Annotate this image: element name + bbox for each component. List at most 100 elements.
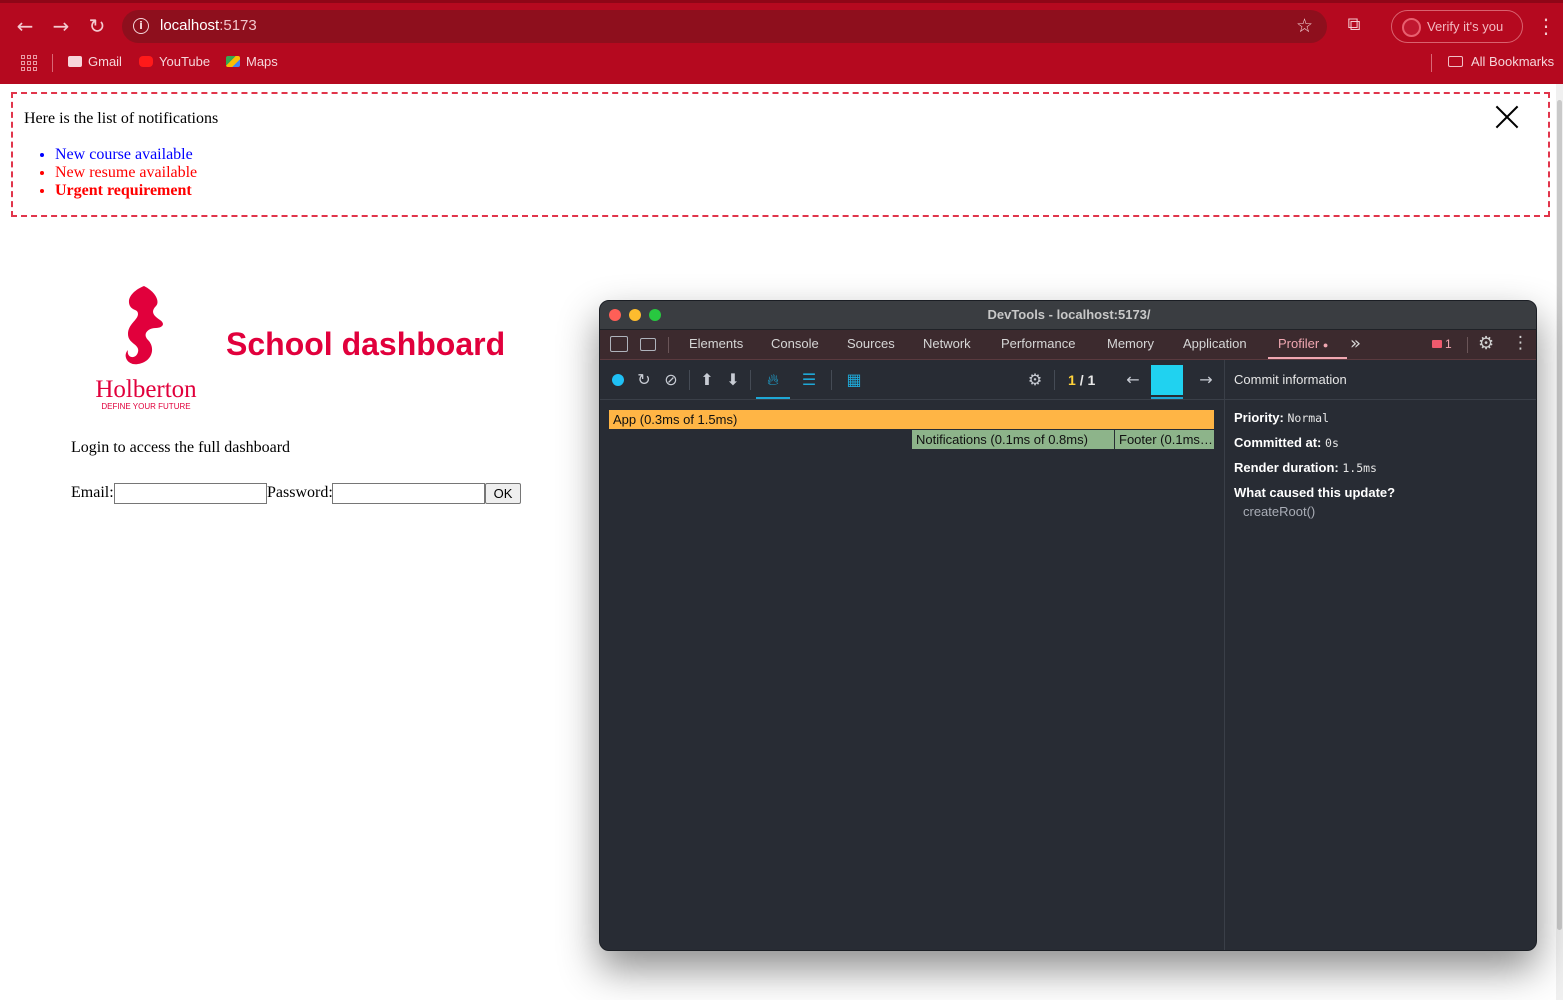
active-view-indicator — [756, 397, 790, 399]
flamegraph: App (0.3ms of 1.5ms) Notifications (0.1m… — [600, 400, 1224, 950]
commit-current: 1 — [1068, 372, 1076, 388]
address-url[interactable]: localhost:5173 — [160, 17, 257, 34]
menu-icon[interactable]: ⋮ — [1536, 13, 1556, 39]
reload-icon[interactable]: ↻ — [84, 13, 110, 39]
logo-wordmark: Holberton — [95, 376, 197, 403]
apps-icon[interactable] — [21, 55, 37, 71]
reload-and-profile-icon[interactable]: ↻ — [634, 370, 654, 390]
toolbar-divider — [831, 370, 832, 390]
tab-performance[interactable]: Performance — [1001, 336, 1075, 351]
gmail-icon — [68, 56, 82, 67]
site-info-icon[interactable]: i — [133, 18, 149, 34]
seahorse-icon — [125, 286, 163, 365]
notifications-list: New course available New resume availabl… — [55, 146, 197, 200]
update-cause-value: createRoot() — [1243, 504, 1316, 519]
flamegraph-node-app[interactable]: App (0.3ms of 1.5ms) — [609, 410, 1215, 429]
profile-button-label: Verify it's you — [1427, 19, 1504, 34]
devtools-titlebar[interactable]: DevTools - localhost:5173/ — [600, 301, 1536, 330]
priority-row: Priority: Normal — [1234, 410, 1329, 425]
tab-console[interactable]: Console — [771, 336, 819, 351]
render-duration-value: 1.5ms — [1342, 461, 1377, 475]
next-commit-icon[interactable]: → — [1196, 370, 1216, 390]
record-icon[interactable] — [612, 374, 624, 386]
selected-commit-indicator — [1151, 397, 1183, 399]
inspect-element-icon[interactable] — [610, 336, 628, 352]
forward-icon[interactable]: → — [48, 13, 74, 39]
devtools-menu-icon[interactable]: ⋮ — [1512, 333, 1529, 353]
previous-commit-icon[interactable]: ← — [1123, 370, 1143, 390]
load-profile-icon[interactable]: ⬆ — [697, 370, 717, 390]
tab-divider — [1467, 337, 1468, 353]
notifications-panel: Here is the list of notifications New co… — [11, 92, 1550, 217]
more-tabs-icon[interactable]: » — [1350, 333, 1361, 354]
update-cause-row: What caused this update? — [1234, 485, 1395, 500]
commit-information-title: Commit information — [1234, 372, 1347, 387]
star-icon[interactable]: ☆ — [1296, 15, 1313, 37]
render-duration-label: Render duration: — [1234, 460, 1339, 475]
folder-icon — [1448, 56, 1463, 67]
toolbar-divider — [689, 370, 690, 390]
address-bar[interactable]: i localhost:5173 ☆ — [122, 10, 1327, 43]
ranked-chart-icon[interactable]: ☰ — [799, 370, 819, 390]
save-profile-icon[interactable]: ⬇ — [723, 370, 743, 390]
logo-tagline: DEFINE YOUR FUTURE — [101, 402, 190, 411]
issues-count: 1 — [1445, 337, 1452, 351]
commit-information-header: Commit information — [1225, 360, 1536, 400]
password-field[interactable] — [332, 483, 485, 504]
holberton-logo: Holberton DEFINE YOUR FUTURE — [95, 286, 197, 411]
bookmark-label: YouTube — [159, 54, 211, 69]
notification-item-default[interactable]: New course available — [55, 146, 197, 164]
tab-application[interactable]: Application — [1183, 336, 1247, 351]
clear-icon[interactable]: ⊘ — [661, 370, 681, 390]
page-scrollbar-thumb[interactable] — [1557, 100, 1562, 930]
commit-bar[interactable] — [1151, 365, 1183, 395]
committed-at-label: Committed at: — [1234, 435, 1322, 450]
bookmark-youtube[interactable]: YouTube — [139, 54, 210, 72]
bookmark-gmail[interactable]: Gmail — [68, 54, 122, 72]
recording-dot-icon: ● — [1322, 340, 1329, 350]
update-cause-label: What caused this update? — [1234, 485, 1396, 500]
submit-button[interactable]: OK — [485, 483, 521, 504]
notification-item-urgent-html[interactable]: Urgent requirement — [55, 182, 197, 200]
bookmark-label: Maps — [246, 54, 278, 69]
flamegraph-icon[interactable]: 🔥︎ — [763, 370, 783, 390]
flamegraph-node-notifications[interactable]: Notifications (0.1ms of 0.8ms) — [912, 430, 1115, 449]
back-icon[interactable]: ← — [12, 13, 38, 39]
profile-button[interactable]: Verify it's you — [1391, 10, 1523, 43]
device-toolbar-icon[interactable] — [640, 338, 656, 351]
commit-counter: 1 / 1 — [1068, 372, 1095, 388]
maps-icon — [226, 56, 240, 67]
profiler-settings-icon[interactable]: ⚙ — [1025, 370, 1045, 390]
commit-separator: / — [1079, 372, 1084, 388]
notification-item-urgent[interactable]: New resume available — [55, 164, 197, 182]
bookmarks-divider — [52, 54, 53, 72]
priority-value: Normal — [1287, 411, 1330, 425]
all-bookmarks-label: All Bookmarks — [1471, 54, 1555, 69]
active-tab-indicator — [1268, 357, 1347, 359]
close-icon[interactable] — [1494, 104, 1520, 130]
render-duration-row: Render duration: 1.5ms — [1234, 460, 1377, 475]
issues-icon — [1432, 340, 1442, 348]
tab-divider — [668, 337, 669, 353]
tab-network[interactable]: Network — [923, 336, 971, 351]
email-field[interactable] — [114, 483, 267, 504]
toolbar-divider — [1054, 370, 1055, 390]
devtools-title: DevTools - localhost:5173/ — [987, 307, 1151, 322]
tab-sources[interactable]: Sources — [847, 336, 895, 351]
tab-profiler[interactable]: Profiler ● — [1278, 336, 1328, 351]
tab-strip-edge — [0, 0, 1563, 3]
tab-memory[interactable]: Memory — [1107, 336, 1154, 351]
bookmark-maps[interactable]: Maps — [226, 54, 278, 72]
gear-icon[interactable]: ⚙ — [1478, 333, 1494, 354]
issues-badge[interactable]: 1 — [1432, 337, 1452, 351]
all-bookmarks-button[interactable]: All Bookmarks — [1448, 54, 1554, 69]
tab-elements[interactable]: Elements — [689, 336, 743, 351]
extensions-icon[interactable]: ⧉ — [1342, 13, 1366, 37]
avatar — [1402, 18, 1421, 37]
bookmark-label: Gmail — [88, 54, 122, 69]
tab-profiler-label: Profiler — [1278, 336, 1320, 351]
notifications-title: Here is the list of notifications — [24, 110, 219, 127]
timeline-icon[interactable]: ▦ — [844, 370, 864, 390]
flamegraph-node-footer[interactable]: Footer (0.1ms of 0.7ms) — [1115, 430, 1215, 449]
bookmarks-divider — [1431, 54, 1432, 72]
